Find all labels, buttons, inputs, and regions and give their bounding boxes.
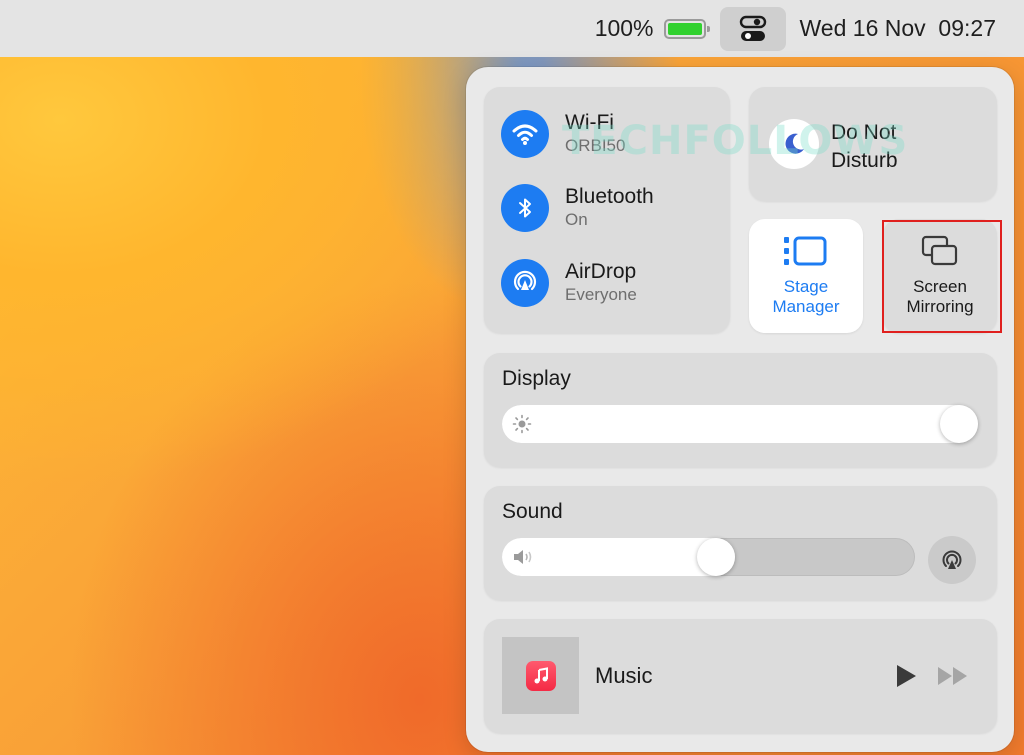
wifi-control[interactable]: Wi-Fi ORBI50 bbox=[501, 110, 625, 158]
control-center-button[interactable] bbox=[719, 6, 786, 51]
sound-title: Sound bbox=[502, 500, 563, 523]
screen-mirroring-label: Screen Mirroring bbox=[906, 277, 974, 316]
battery-level-fill bbox=[667, 22, 702, 35]
display-title: Display bbox=[502, 367, 571, 390]
wifi-icon[interactable] bbox=[501, 110, 549, 158]
moon-icon bbox=[769, 119, 819, 169]
bluetooth-label: Bluetooth bbox=[565, 185, 654, 208]
display-section: Display bbox=[484, 353, 997, 467]
screen-mirroring-icon bbox=[921, 235, 958, 266]
brightness-slider-knob[interactable] bbox=[940, 405, 978, 443]
battery-icon[interactable] bbox=[663, 18, 710, 39]
screen-mirroring-tile[interactable]: Screen Mirroring bbox=[883, 219, 997, 333]
bluetooth-icon[interactable] bbox=[501, 184, 549, 232]
album-artwork[interactable] bbox=[502, 637, 579, 714]
speaker-icon bbox=[514, 550, 532, 564]
music-app-icon bbox=[525, 660, 556, 691]
airdrop-control[interactable]: AirDrop Everyone bbox=[501, 259, 637, 307]
brightness-slider[interactable] bbox=[502, 405, 978, 443]
battery-percentage: 100% bbox=[594, 15, 654, 41]
now-playing-app-name: Music bbox=[595, 663, 653, 688]
stage-manager-label: Stage Manager bbox=[772, 277, 840, 316]
airplay-audio-icon bbox=[942, 550, 962, 569]
wifi-network-name: ORBI50 bbox=[565, 136, 626, 155]
sun-icon bbox=[512, 414, 532, 434]
menu-bar-clock[interactable]: Wed 16 Nov 09:27 bbox=[800, 15, 996, 42]
airplay-audio-button[interactable] bbox=[928, 536, 976, 584]
fast-forward-icon[interactable] bbox=[936, 665, 970, 687]
volume-slider[interactable] bbox=[502, 538, 915, 576]
brightness-slider-fill bbox=[502, 405, 978, 443]
bluetooth-control[interactable]: Bluetooth On bbox=[501, 184, 654, 232]
airdrop-status: Everyone bbox=[565, 285, 637, 304]
stage-manager-tile[interactable]: Stage Manager bbox=[749, 219, 863, 333]
network-card: Wi-Fi ORBI50 Bluetooth On AirDrop Everyo… bbox=[484, 87, 730, 333]
control-center-icon bbox=[739, 15, 766, 41]
wifi-label: Wi-Fi bbox=[565, 111, 614, 134]
bluetooth-status: On bbox=[565, 210, 588, 229]
stage-manager-icon bbox=[784, 236, 827, 266]
control-center-panel: Wi-Fi ORBI50 Bluetooth On AirDrop Everyo… bbox=[466, 67, 1014, 752]
airdrop-icon[interactable] bbox=[501, 259, 549, 307]
now-playing-section: Music bbox=[484, 619, 997, 733]
menu-bar: 100% Wed 16 Nov 09:27 bbox=[0, 0, 1024, 57]
volume-slider-knob[interactable] bbox=[697, 538, 735, 576]
airdrop-label: AirDrop bbox=[565, 260, 637, 283]
sound-section: Sound bbox=[484, 486, 997, 600]
do-not-disturb-label: Do Not Disturb bbox=[831, 121, 898, 172]
do-not-disturb-tile[interactable]: Do Not Disturb bbox=[749, 87, 997, 201]
play-icon[interactable] bbox=[894, 663, 918, 689]
